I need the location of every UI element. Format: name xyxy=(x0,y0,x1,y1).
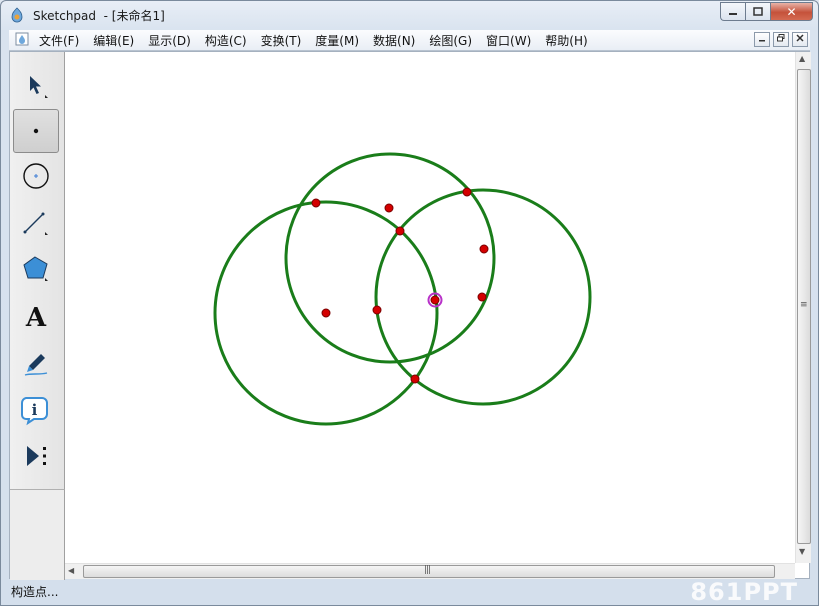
minimize-icon xyxy=(759,40,765,42)
sketchpad-app-icon xyxy=(11,7,23,23)
maximize-button[interactable] xyxy=(745,2,770,21)
tool-polygon[interactable] xyxy=(13,247,59,291)
menu-number[interactable]: 数据(N) xyxy=(373,32,415,49)
svg-text:i: i xyxy=(32,401,38,419)
doc-restore-button[interactable] xyxy=(773,32,789,47)
point[interactable] xyxy=(477,292,487,302)
status-bar: 构造点... 861PPT xyxy=(9,578,810,605)
grip-icon: ||| xyxy=(424,565,431,575)
tool-information[interactable]: i xyxy=(13,388,59,432)
status-text: 构造点... xyxy=(11,585,59,599)
close-icon xyxy=(796,34,804,42)
window-title: Sketchpad - [未命名1] xyxy=(33,9,165,23)
tool-select[interactable] xyxy=(13,64,59,108)
doc-close-button[interactable] xyxy=(792,32,808,47)
sketch-drawing[interactable] xyxy=(65,52,794,563)
grip-icon: ≡ xyxy=(800,300,807,310)
sketch-canvas[interactable] xyxy=(65,52,794,563)
minimize-button[interactable] xyxy=(720,2,745,21)
restore-icon xyxy=(777,34,785,42)
menu-file[interactable]: 文件(F) xyxy=(39,32,79,49)
watermark: 861PPT xyxy=(690,578,798,606)
tool-marker[interactable] xyxy=(13,341,59,385)
circle-top[interactable] xyxy=(284,152,496,364)
horizontal-scroll-thumb[interactable]: ||| xyxy=(83,565,775,578)
toolbox: A i xyxy=(10,52,65,489)
menu-transform[interactable]: 变换(T) xyxy=(261,32,302,49)
menu-help[interactable]: 帮助(H) xyxy=(545,32,587,49)
menu-edit[interactable]: 编辑(E) xyxy=(93,32,134,49)
tool-point[interactable] xyxy=(13,109,59,153)
point-selected[interactable] xyxy=(430,295,440,305)
document-icon[interactable] xyxy=(15,32,29,46)
horizontal-scrollbar[interactable]: ◀ ||| xyxy=(65,563,795,579)
menu-measure[interactable]: 度量(M) xyxy=(315,32,359,49)
menu-window[interactable]: 窗口(W) xyxy=(486,32,531,49)
menu-bar: 文件(F) 编辑(E) 显示(D) 构造(C) 变换(T) 度量(M) 数据(N… xyxy=(9,30,810,51)
point[interactable] xyxy=(462,187,472,197)
menu-graph[interactable]: 绘图(G) xyxy=(429,32,472,49)
tool-custom[interactable] xyxy=(13,434,59,478)
scroll-left-arrow-icon[interactable]: ◀ xyxy=(68,566,74,575)
text-tool-icon: A xyxy=(25,303,47,331)
scroll-down-arrow-icon[interactable]: ▼ xyxy=(799,547,805,556)
close-icon: ✕ xyxy=(786,4,797,19)
doc-minimize-button[interactable] xyxy=(754,32,770,47)
scroll-up-arrow-icon[interactable]: ▲ xyxy=(799,54,805,63)
toolbox-footer xyxy=(10,489,65,580)
document-area: A i ▲ ≡ ▼ ◀ ||| xyxy=(9,51,811,580)
title-bar[interactable]: Sketchpad - [未命名1] ✕ xyxy=(1,1,818,29)
svg-text:A: A xyxy=(25,303,47,331)
information-tool-icon: i xyxy=(21,397,48,426)
point[interactable] xyxy=(410,374,420,384)
tool-compass[interactable] xyxy=(13,154,59,198)
compass-circle-tool-icon xyxy=(23,163,49,189)
custom-tools-icon xyxy=(27,446,46,466)
polygon-tool-icon xyxy=(23,256,48,281)
tool-straightedge[interactable] xyxy=(13,201,59,245)
close-button[interactable]: ✕ xyxy=(770,2,813,21)
menu-display[interactable]: 显示(D) xyxy=(148,32,191,49)
point[interactable] xyxy=(479,244,489,254)
vertical-scrollbar[interactable]: ▲ ≡ ▼ xyxy=(795,52,811,563)
point[interactable] xyxy=(321,308,331,318)
maximize-icon xyxy=(753,7,763,16)
straightedge-tool-icon xyxy=(23,212,48,235)
minimize-icon xyxy=(729,12,737,15)
select-arrow-tool-icon xyxy=(30,76,48,98)
tool-text[interactable]: A xyxy=(13,294,59,338)
point-tool-icon xyxy=(33,128,39,134)
point[interactable] xyxy=(372,305,382,315)
point[interactable] xyxy=(384,203,394,213)
sketchpad-window: Sketchpad - [未命名1] ✕ 文件(F) 编辑(E) 显示(D) 构… xyxy=(0,0,819,606)
point[interactable] xyxy=(395,226,405,236)
marker-tool-icon xyxy=(24,354,48,376)
vertical-scroll-thumb[interactable]: ≡ xyxy=(797,69,811,544)
menu-construct[interactable]: 构造(C) xyxy=(205,32,247,49)
point[interactable] xyxy=(311,198,321,208)
